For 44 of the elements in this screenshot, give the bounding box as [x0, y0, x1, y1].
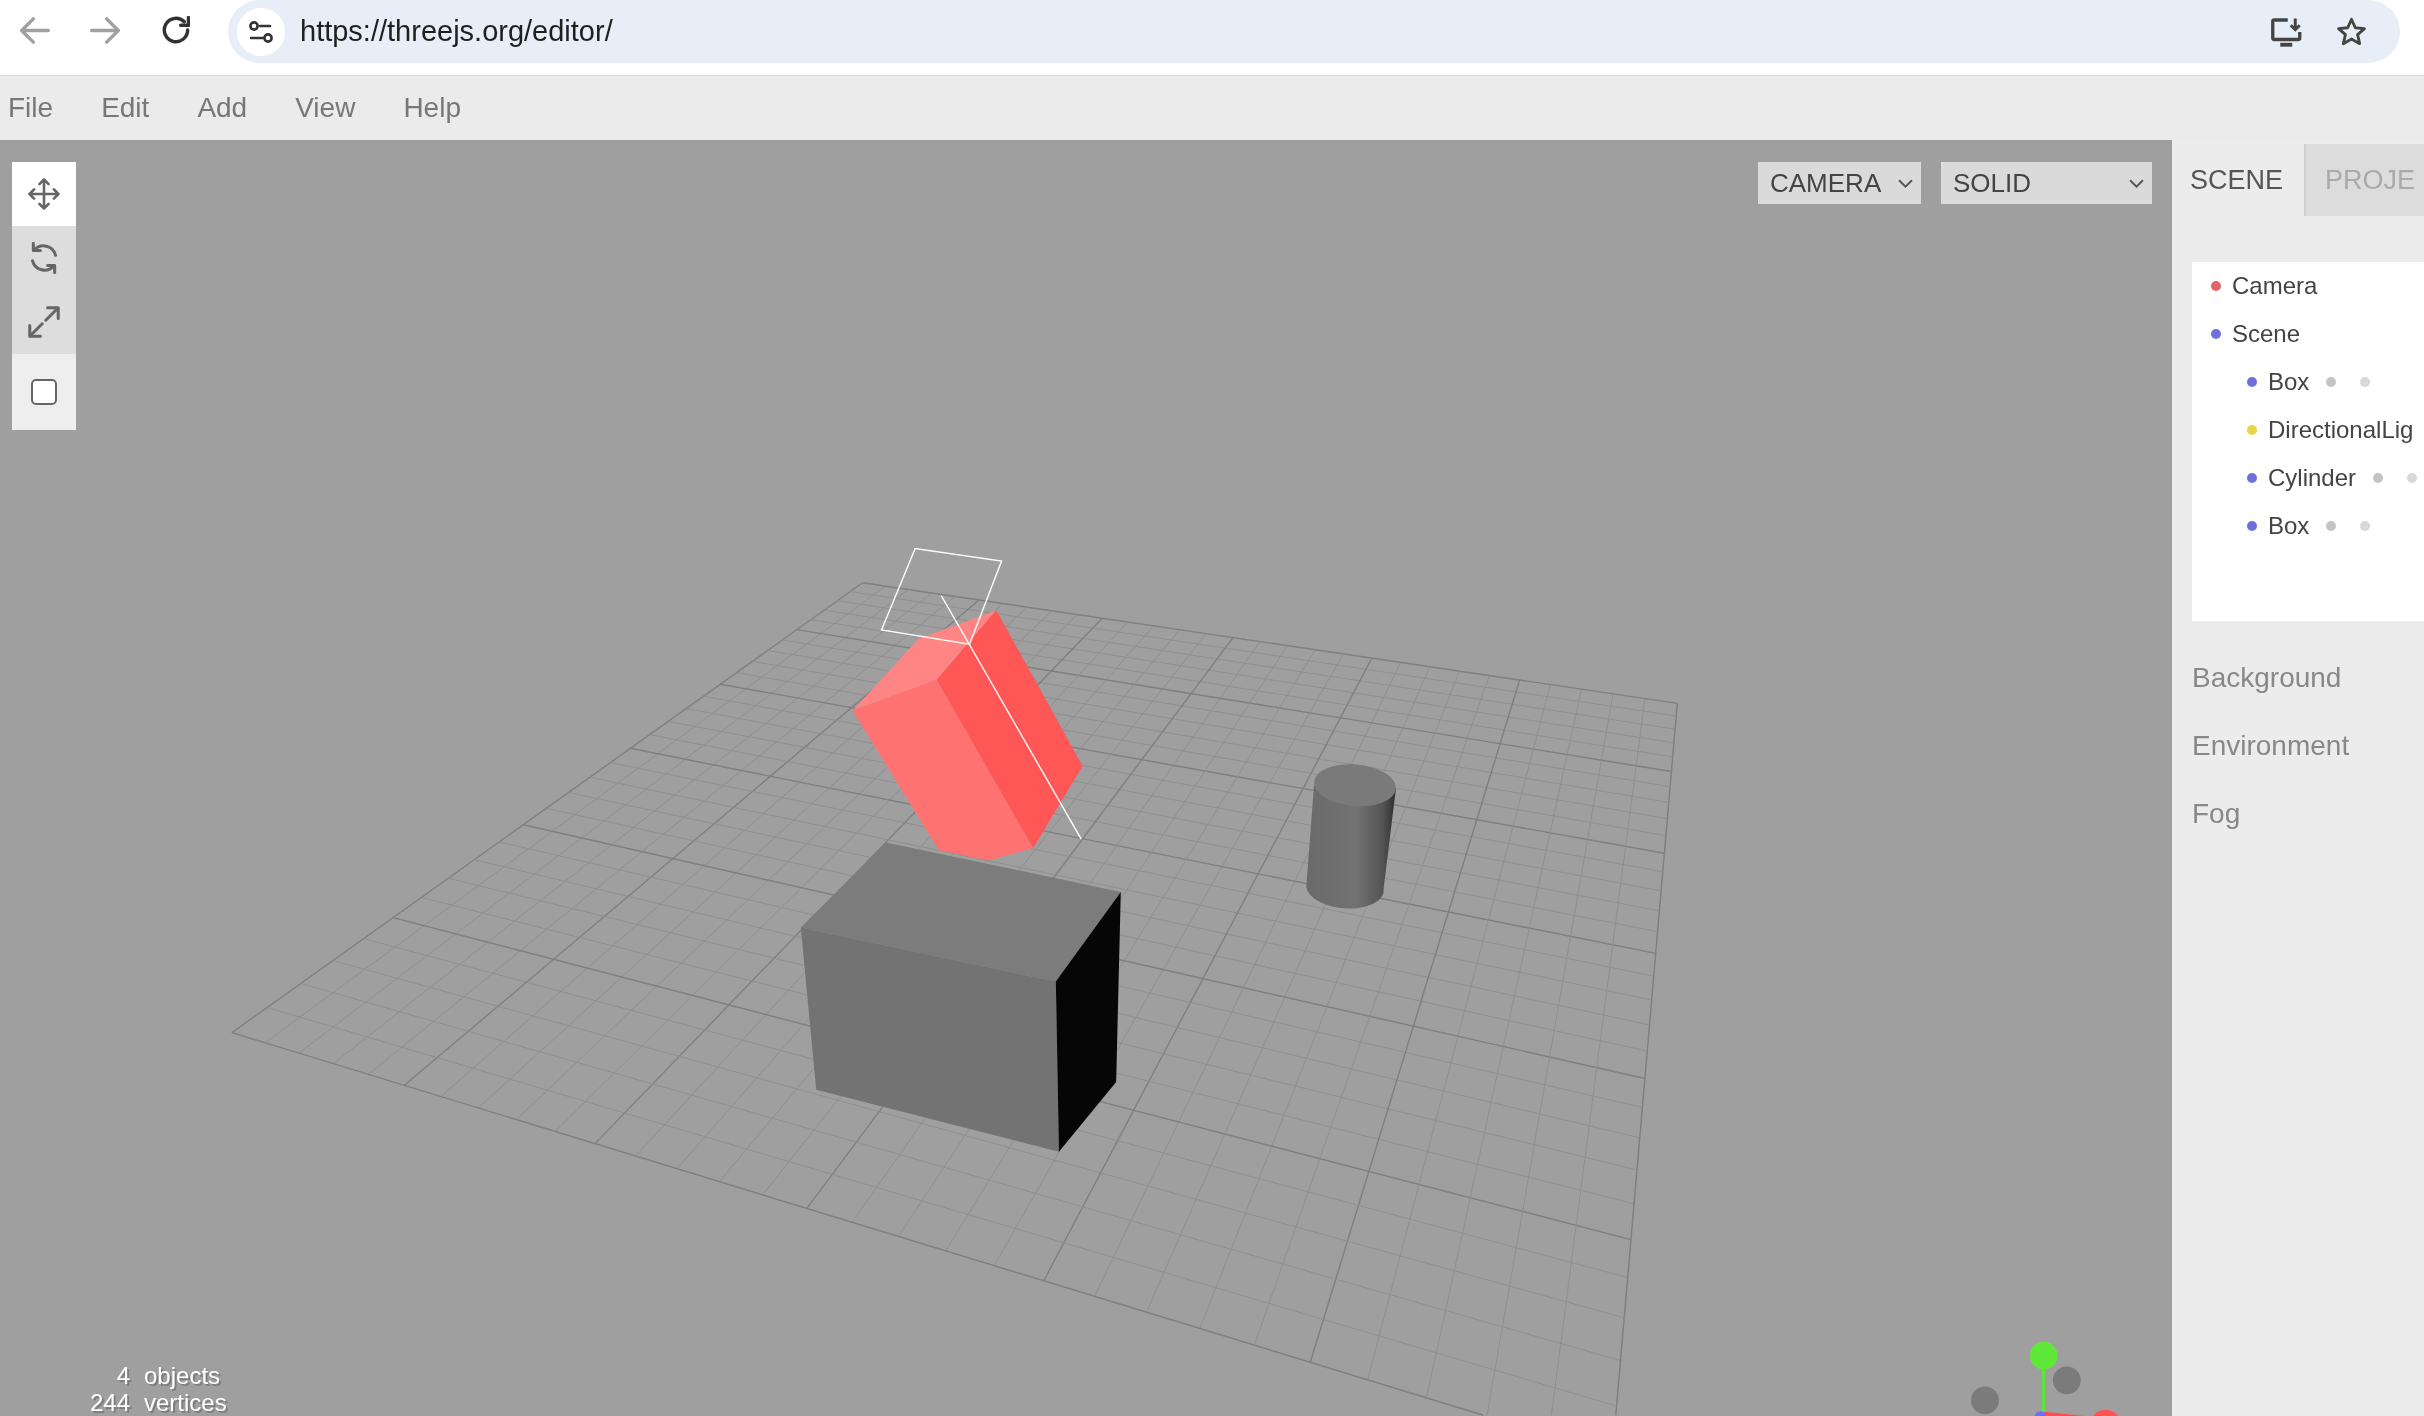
- stat-count: 244: [88, 1389, 130, 1416]
- outliner-item[interactable]: Cylinder: [2268, 464, 2357, 492]
- stat-unit: objects: [144, 1362, 221, 1389]
- menu-item[interactable]: Add: [197, 88, 248, 128]
- menu-item[interactable]: View: [295, 88, 356, 128]
- rotate-icon: [28, 242, 60, 274]
- outliner-item[interactable]: DirectionalLig: [2268, 416, 2414, 444]
- dot-icon: [2360, 377, 2371, 387]
- scale-tool-button[interactable]: [12, 290, 76, 354]
- forward-arrow-icon: [90, 16, 120, 44]
- dot-icon: [2360, 521, 2371, 531]
- move-icon: [28, 178, 60, 210]
- property-label: Background: [2192, 662, 2342, 694]
- url-text: https://threejs.org/editor/: [300, 15, 614, 48]
- dot-icon: [2326, 377, 2337, 387]
- property-label: Environment: [2192, 730, 2350, 762]
- stat-unit: vertices: [144, 1389, 227, 1416]
- back-arrow-icon: [20, 16, 50, 44]
- menu-item[interactable]: Help: [403, 88, 461, 128]
- outliner-item[interactable]: Box: [2268, 512, 2310, 540]
- shading-select[interactable]: SOLID: [1941, 162, 2152, 204]
- monitor-download-icon[interactable]: [2271, 16, 2303, 47]
- property-label: Fog: [2192, 798, 2241, 830]
- 3d-viewport[interactable]: CAMERA SOLID 4 objects 244 vertices: [0, 140, 2172, 1416]
- outliner-item[interactable]: Scene: [2232, 320, 2301, 348]
- dot-icon: [2326, 521, 2337, 531]
- local-checkbox[interactable]: [31, 379, 57, 405]
- sliders-icon[interactable]: [237, 7, 285, 56]
- address-bar[interactable]: https://threejs.org/editor/: [228, 0, 2400, 63]
- stat-count: 4: [115, 1362, 130, 1389]
- star-icon[interactable]: [2336, 16, 2367, 47]
- move-tool-button[interactable]: [12, 162, 76, 226]
- reload-icon: [162, 16, 190, 44]
- outliner-item[interactable]: Box: [2268, 368, 2310, 396]
- resize-icon: [28, 306, 60, 338]
- dot-icon: [2373, 473, 2384, 483]
- menu-item[interactable]: File: [8, 88, 54, 128]
- outliner-item[interactable]: Camera: [2232, 272, 2318, 300]
- caret-icon: [2129, 178, 2144, 188]
- camera-select[interactable]: CAMERA: [1758, 162, 1921, 204]
- rotate-tool-button[interactable]: [12, 226, 76, 290]
- dot-icon: [2407, 473, 2418, 483]
- menu-item[interactable]: Edit: [101, 88, 150, 128]
- caret-icon: [1898, 178, 1913, 188]
